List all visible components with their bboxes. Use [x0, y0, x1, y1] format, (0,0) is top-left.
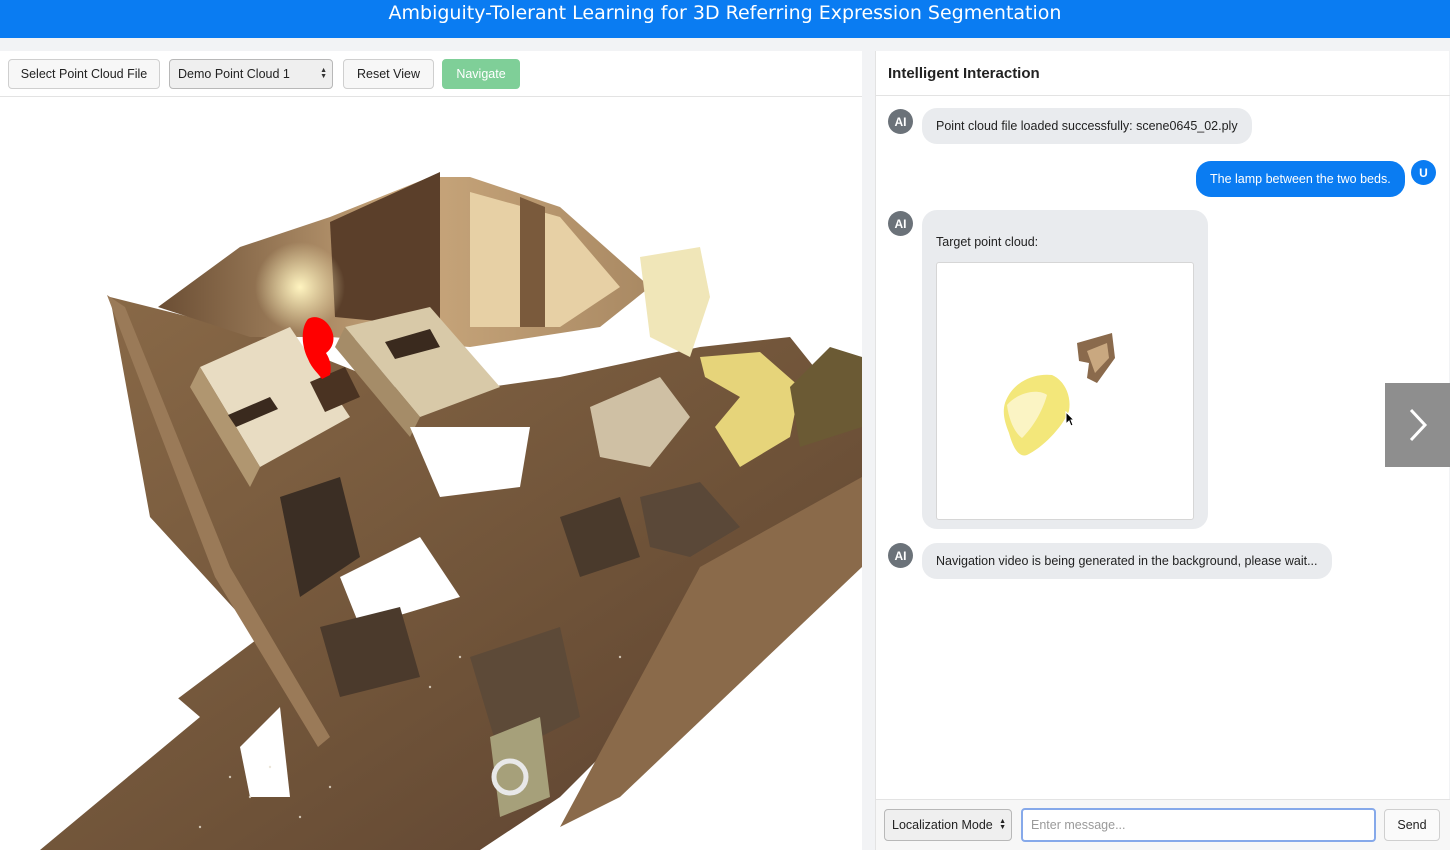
ai-avatar: AI — [888, 109, 913, 134]
chat-message-user: The lamp between the two beds. — [1196, 161, 1405, 197]
navigate-label: Navigate — [456, 67, 506, 81]
target-point-cloud-image[interactable] — [936, 262, 1194, 520]
chat-message-text: The lamp between the two beds. — [1210, 172, 1391, 186]
chat-message: Point cloud file loaded successfully: sc… — [922, 108, 1252, 144]
navigate-button[interactable]: Navigate — [442, 59, 520, 89]
select-file-label: Select Point Cloud File — [20, 67, 148, 81]
app-header: Ambiguity-Tolerant Learning for 3D Refer… — [0, 0, 1450, 38]
target-point-cloud-render — [1003, 333, 1115, 456]
chevron-right-icon — [1409, 408, 1427, 442]
mode-select-value: Localization Mode — [892, 818, 993, 832]
chat-message: Navigation video is being generated in t… — [922, 543, 1332, 579]
select-arrows-icon: ▲ ▼ — [320, 67, 327, 80]
chat-message-text: Point cloud file loaded successfully: sc… — [936, 119, 1238, 133]
chat-message-text: Target point cloud: — [936, 235, 1039, 249]
point-cloud-canvas[interactable] — [0, 97, 862, 850]
reset-view-button[interactable]: Reset View — [343, 59, 434, 89]
point-cloud-select[interactable]: Demo Point Cloud 1 ▲ ▼ — [169, 59, 333, 89]
select-file-button[interactable]: Select Point Cloud File — [8, 59, 160, 89]
viewer-panel: Select Point Cloud File Demo Point Cloud… — [0, 51, 862, 850]
chat-message: Target point cloud: — [922, 210, 1208, 529]
send-button[interactable]: Send — [1384, 809, 1440, 841]
cursor-icon — [1065, 411, 1075, 427]
chat-message-text: Navigation video is being generated in t… — [936, 554, 1318, 568]
mode-select[interactable]: Localization Mode ▲ ▼ — [884, 809, 1012, 841]
reset-view-label: Reset View — [357, 67, 420, 81]
user-avatar: U — [1411, 160, 1436, 185]
chat-panel: Intelligent Interaction AI Point cloud f… — [875, 51, 1450, 850]
chat-title: Intelligent Interaction — [888, 65, 1040, 82]
next-panel-button[interactable] — [1385, 383, 1450, 467]
viewer-toolbar: Select Point Cloud File Demo Point Cloud… — [0, 51, 862, 97]
message-input[interactable] — [1021, 808, 1376, 842]
ai-avatar: AI — [888, 543, 913, 568]
point-cloud-render — [0, 172, 862, 850]
chat-input-bar: Localization Mode ▲▼ Send — [876, 799, 1450, 850]
divider — [876, 95, 1450, 96]
select-arrows-icon: ▲ ▼ — [999, 818, 1006, 831]
point-cloud-select-value: Demo Point Cloud 1 — [178, 67, 290, 81]
ai-avatar: AI — [888, 211, 913, 236]
page-title: Ambiguity-Tolerant Learning for 3D Refer… — [388, 2, 1062, 24]
send-label: Send — [1397, 818, 1427, 832]
